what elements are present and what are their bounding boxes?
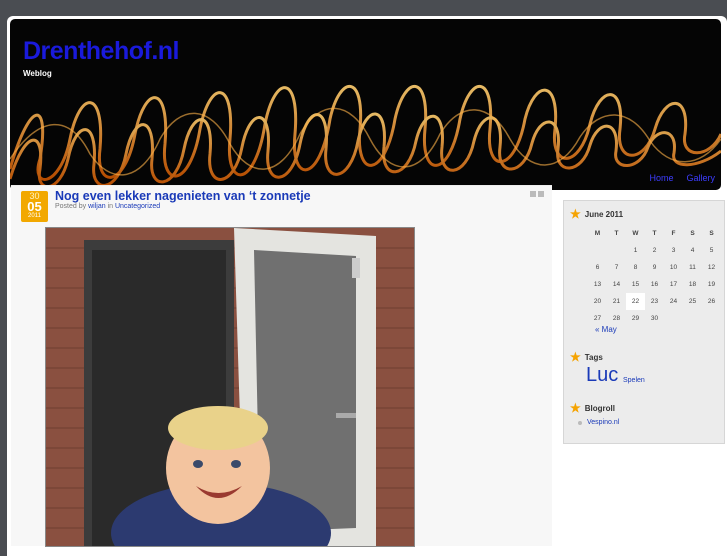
- site-description: Weblog: [23, 69, 52, 78]
- post-meta-in: in: [107, 203, 114, 210]
- calendar-title: June 2011: [584, 209, 624, 219]
- calendar-day: 15: [631, 281, 640, 288]
- print-icon[interactable]: [530, 191, 536, 197]
- blogroll-heading: ★ Blogroll: [570, 401, 615, 415]
- calendar-day: 12: [707, 264, 716, 271]
- post-title[interactable]: Nog even lekker nagenieten van ‘t zonnet…: [55, 189, 311, 203]
- calendar-day: 14: [612, 281, 621, 288]
- calendar-weekday: T: [652, 230, 657, 237]
- calendar-empty-cell: [702, 310, 721, 327]
- blogroll-link-vespino[interactable]: Vespino.nl: [587, 419, 619, 426]
- post-meta-prefix: Posted by: [55, 203, 87, 210]
- email-icon[interactable]: [538, 191, 544, 197]
- calendar-day: 18: [688, 281, 697, 288]
- post-photo-image: [46, 228, 414, 556]
- calendar-week: 20 21 22 23 24 25 26: [588, 293, 721, 310]
- calendar-day: 4: [690, 247, 695, 254]
- blogroll-item: Vespino.nl: [578, 419, 619, 426]
- nav-home-link[interactable]: Home: [649, 173, 673, 183]
- calendar-day: 13: [593, 281, 602, 288]
- calendar-day: 29: [631, 315, 640, 322]
- calendar-day: 5: [709, 247, 714, 254]
- calendar-weekday: T: [614, 230, 619, 237]
- post-date-month: 05: [27, 199, 42, 214]
- calendar-day: 17: [669, 281, 678, 288]
- post-photo[interactable]: [45, 227, 415, 556]
- star-icon: ★: [570, 350, 581, 364]
- post-tools: [530, 191, 544, 197]
- nav-gallery-link[interactable]: Gallery: [686, 173, 715, 183]
- calendar-weekday: W: [632, 230, 639, 237]
- calendar-day: 24: [669, 298, 678, 305]
- calendar-week: 13 14 15 16 17 18 19: [588, 276, 721, 293]
- main-nav: Home Gallery: [649, 173, 715, 183]
- calendar-day: 20: [593, 298, 602, 305]
- sidebar: ★ June 2011 M T W T F S S 1 2 3 4 5 6 7 8 9 10 11 1…: [563, 200, 725, 444]
- calendar-day: 3: [671, 247, 676, 254]
- calendar-table: M T W T F S S 1 2 3 4 5 6 7 8 9 10 11 12 13 14 15 16 17 1…: [588, 225, 721, 327]
- calendar-day: 11: [689, 264, 696, 271]
- calendar-day: 25: [688, 298, 697, 305]
- calendar-day: 23: [650, 298, 659, 305]
- post-date-badge: 30 05 2011: [21, 191, 48, 222]
- bullet-icon: [578, 420, 582, 425]
- calendar-empty-cell: [588, 242, 607, 259]
- calendar-day: 7: [614, 264, 619, 271]
- site-header: Drenthehof.nl Weblog Home Gallery: [10, 19, 721, 190]
- calendar-heading: ★ June 2011: [570, 207, 624, 221]
- main-content: 30 05 2011 Nog even lekker nagenieten va…: [11, 185, 552, 556]
- calendar-week: 6 7 8 9 10 11 12: [588, 259, 721, 276]
- calendar-weekday: M: [594, 230, 601, 237]
- calendar-day: 2: [652, 247, 657, 254]
- calendar-day: 30: [650, 315, 659, 322]
- calendar-day: 19: [707, 281, 716, 288]
- calendar-day: 26: [707, 298, 716, 305]
- tags-heading: ★ Tags: [570, 350, 603, 364]
- star-icon: ★: [570, 207, 581, 221]
- star-icon: ★: [570, 401, 581, 415]
- calendar-empty-cell: [607, 242, 626, 259]
- post-category-link[interactable]: Uncategorized: [115, 203, 160, 210]
- calendar-day: 6: [595, 264, 600, 271]
- tag-spelen-link[interactable]: Spelen: [623, 377, 645, 384]
- post-meta: Posted by wiljan in Uncategorized: [55, 203, 160, 210]
- calendar-day: 1: [633, 247, 638, 254]
- tags-title: Tags: [584, 352, 603, 362]
- tag-luc-link[interactable]: Luc: [586, 364, 618, 387]
- calendar-body: 1 2 3 4 5 6 7 8 9 10 11 12 13 14 15 16 17 18 19 20 21 22 23 24 2…: [588, 242, 721, 327]
- calendar-day: 8: [633, 264, 638, 271]
- blogroll-title: Blogroll: [584, 403, 615, 413]
- calendar-day: 22: [626, 293, 645, 310]
- calendar-prev-link[interactable]: « May: [595, 325, 617, 334]
- calendar-day: 16: [650, 281, 659, 288]
- calendar-empty-cell: [664, 310, 683, 327]
- calendar-day: 10: [669, 264, 678, 271]
- post-author-link[interactable]: wiljan: [88, 203, 106, 210]
- calendar-day: 21: [612, 298, 621, 305]
- site-title[interactable]: Drenthehof.nl: [23, 37, 180, 66]
- calendar-weekday: F: [671, 230, 676, 237]
- calendar-week: 1 2 3 4 5: [588, 242, 721, 259]
- calendar-day: 9: [652, 264, 657, 271]
- calendar-empty-cell: [683, 310, 702, 327]
- post-date-year: 2011: [28, 213, 41, 219]
- calendar-weekday: S: [709, 230, 714, 237]
- calendar-weekday: S: [690, 230, 695, 237]
